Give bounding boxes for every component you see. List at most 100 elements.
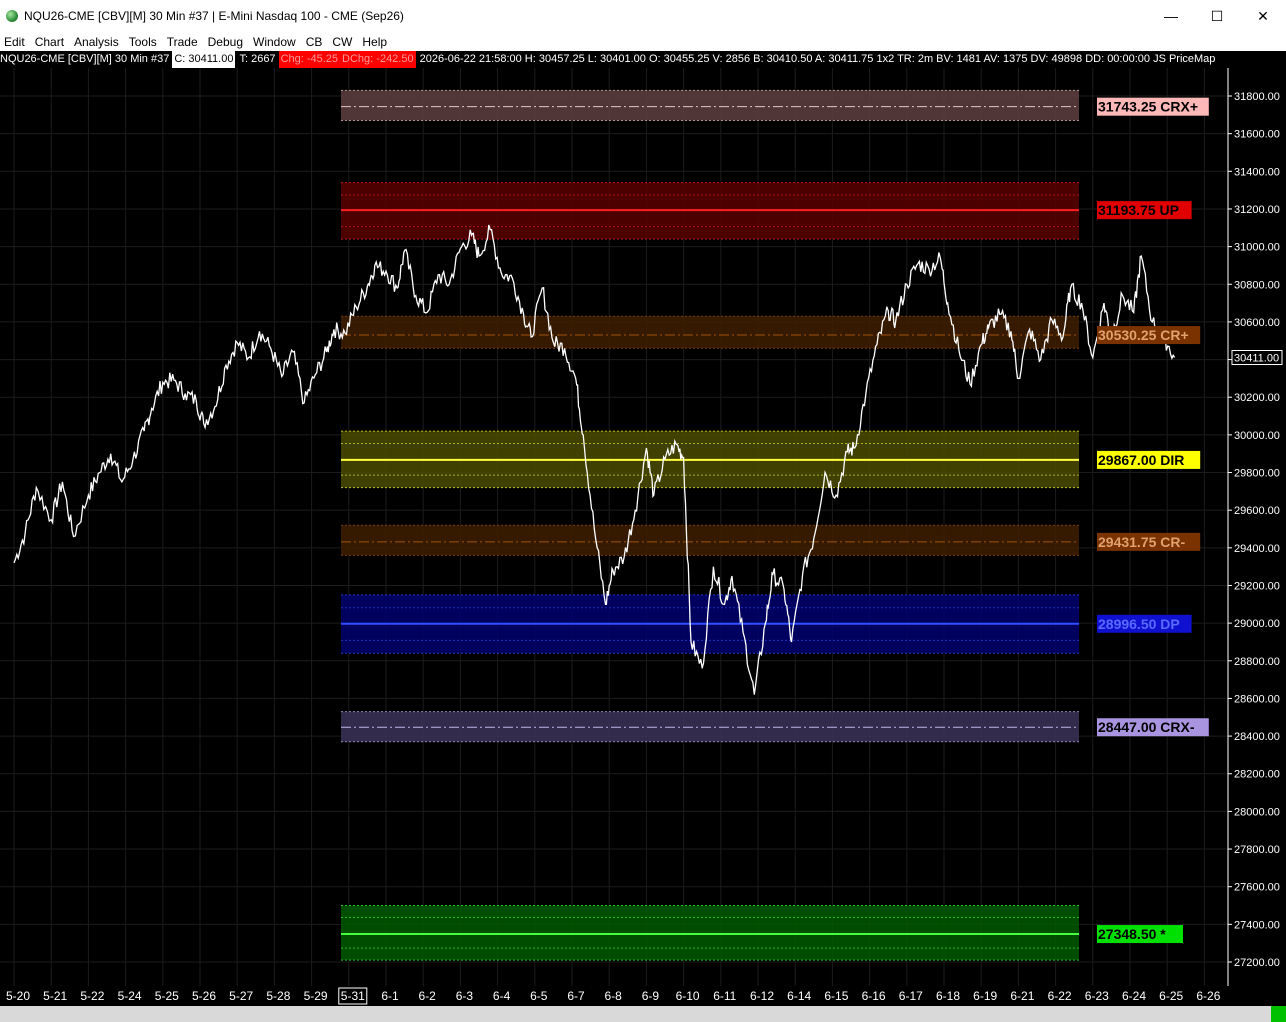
time-tick-label: 5-27	[229, 989, 253, 1003]
window-title: NQU26-CME [CBV][M] 30 Min #37 | E-Mini N…	[24, 9, 404, 23]
price-tick-label: 29800.00	[1234, 468, 1280, 480]
level-band-fill	[341, 90, 1079, 121]
info-symbol: NQU26-CME [CBV][M] 30 Min #37	[0, 53, 170, 65]
price-tick-label: 28800.00	[1234, 656, 1280, 668]
time-tick-label: 6-2	[419, 989, 437, 1003]
price-tick-label: 30200.00	[1234, 392, 1280, 404]
level-label-text: 31743.25 CRX+	[1098, 99, 1198, 115]
price-tick-label: 30600.00	[1234, 317, 1280, 329]
level-label-text: 27348.50 *	[1098, 926, 1166, 942]
time-tick-label: 6-8	[605, 989, 623, 1003]
price-tick-label: 31000.00	[1234, 242, 1280, 254]
time-tick-label: 6-1	[381, 989, 399, 1003]
level-band-fill	[341, 525, 1079, 556]
price-tick-label: 29000.00	[1234, 618, 1280, 630]
price-tick-label: 27800.00	[1234, 844, 1280, 856]
level-label: 29867.00 DIR	[1097, 450, 1201, 469]
time-tick-label: 6-26	[1196, 989, 1220, 1003]
level-band	[341, 182, 1079, 240]
price-chart[interactable]: 31743.25 CRX+ 31193.75 UP 30530.25 CR+ 2986…	[0, 68, 1286, 986]
time-tick-label: 6-15	[824, 989, 848, 1003]
price-axis[interactable]: 27200.00 27400.00 27600.00 27800.00 28000.00…	[1227, 68, 1283, 986]
level-band	[341, 905, 1079, 961]
price-tick-label: 31800.00	[1234, 91, 1280, 103]
price-tick-label: 30000.00	[1234, 430, 1280, 442]
level-band	[341, 524, 1079, 556]
time-tick-label: 5-28	[266, 989, 290, 1003]
level-label: 29431.75 CR-	[1097, 532, 1201, 551]
time-tick-label: 5-21	[43, 989, 67, 1003]
price-tick-label: 29400.00	[1234, 543, 1280, 555]
time-tick-label: 6-25	[1159, 989, 1183, 1003]
price-tick-label: 29200.00	[1234, 580, 1280, 592]
menu-cw[interactable]: CW	[328, 35, 358, 49]
menu-edit[interactable]: Edit	[0, 35, 31, 49]
menu-window[interactable]: Window	[249, 35, 302, 49]
time-tick-label: 6-9	[642, 989, 660, 1003]
time-tick-label: 6-10	[676, 989, 700, 1003]
time-tick-label: 6-19	[973, 989, 997, 1003]
level-label: 27348.50 *	[1097, 925, 1183, 944]
time-tick-label: 5-22	[80, 989, 104, 1003]
menu-cb[interactable]: CB	[302, 35, 329, 49]
menu-help[interactable]: Help	[358, 35, 393, 49]
time-tick-label: 5-20	[6, 989, 30, 1003]
price-tick-label: 27600.00	[1234, 882, 1280, 894]
level-label-text: 29867.00 DIR	[1098, 452, 1184, 468]
menu-debug[interactable]: Debug	[204, 35, 249, 49]
level-band	[341, 594, 1079, 654]
window-controls: — ☐ ✕	[1148, 0, 1286, 32]
price-tick-label: 27200.00	[1234, 957, 1280, 969]
price-tick-label: 28200.00	[1234, 769, 1280, 781]
minimize-button[interactable]: —	[1148, 0, 1194, 32]
level-label: 30530.25 CR+	[1097, 326, 1201, 345]
time-axis[interactable]: 5-20 5-21 5-22 5-24 5-25 5-26 5-27 5-28 5-29 5-31…	[0, 986, 1286, 1006]
price-tick-label: 31200.00	[1234, 204, 1280, 216]
info-change: Chg: -45.25	[278, 51, 341, 68]
chart-info-bar: NQU26-CME [CBV][M] 30 Min #37 C: 30411.0…	[0, 51, 1230, 68]
level-band	[341, 430, 1079, 489]
level-label-text: 28447.00 CRX-	[1098, 719, 1195, 735]
level-label-text: 28996.50 DP	[1098, 616, 1180, 632]
price-tick-label: 27400.00	[1234, 919, 1280, 931]
time-tick-label: 6-11	[713, 989, 736, 1003]
time-tick-label: 6-21	[1010, 989, 1034, 1003]
price-tick-label: 28600.00	[1234, 693, 1280, 705]
menu-tools[interactable]: Tools	[125, 35, 163, 49]
level-label: 28447.00 CRX-	[1097, 718, 1209, 737]
time-tick-label: 6-22	[1048, 989, 1072, 1003]
menu-trade[interactable]: Trade	[163, 35, 204, 49]
time-tick-label: 5-25	[155, 989, 179, 1003]
menu-chart[interactable]: Chart	[31, 35, 70, 49]
time-tick-label: 5-31	[341, 989, 365, 1003]
level-band	[341, 89, 1079, 121]
level-band-fill	[341, 905, 1079, 961]
time-tick-label: 6-18	[936, 989, 960, 1003]
last-price-label: 30411.00	[1234, 352, 1279, 364]
time-tick-label: 6-4	[493, 989, 511, 1003]
time-tick-label: 6-24	[1122, 989, 1146, 1003]
time-tick-label: 6-23	[1085, 989, 1109, 1003]
title-bar: NQU26-CME [CBV][M] 30 Min #37 | E-Mini N…	[0, 0, 1286, 32]
time-tick-label: 6-17	[899, 989, 923, 1003]
price-tick-label: 28400.00	[1234, 731, 1280, 743]
info-ticks: T: 2667	[239, 53, 276, 65]
maximize-button[interactable]: ☐	[1194, 0, 1240, 32]
level-label-text: 31193.75 UP	[1098, 202, 1179, 218]
time-tick-label: 5-26	[192, 989, 216, 1003]
level-label: 31743.25 CRX+	[1097, 97, 1209, 116]
price-tick-label: 29600.00	[1234, 505, 1280, 517]
level-label-text: 29431.75 CR-	[1098, 534, 1186, 550]
time-tick-label: 5-29	[304, 989, 328, 1003]
close-button[interactable]: ✕	[1240, 0, 1286, 32]
price-tick-label: 28000.00	[1234, 806, 1280, 818]
level-bands	[341, 89, 1079, 961]
info-day-change: DChg: -242.50	[340, 51, 416, 68]
time-tick-label: 6-7	[567, 989, 585, 1003]
menu-analysis[interactable]: Analysis	[70, 35, 125, 49]
level-labels: 31743.25 CRX+ 31193.75 UP 30530.25 CR+ 2986…	[1097, 97, 1209, 944]
level-label: 31193.75 UP	[1097, 201, 1192, 220]
menu-bar: Edit Chart Analysis Tools Trade Debug Wi…	[0, 32, 1286, 51]
app-icon	[6, 10, 18, 22]
time-tick-label: 5-24	[118, 989, 142, 1003]
